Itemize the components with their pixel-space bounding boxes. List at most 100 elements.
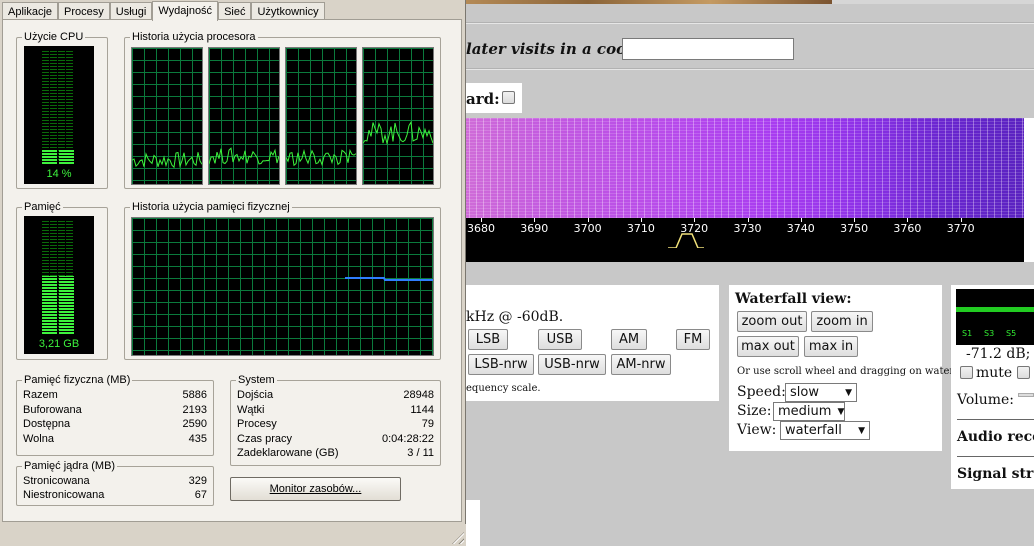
memory-gauge: 3,21 GB [24,216,94,354]
frequency-scale[interactable]: 3680 3690 3700 3710 3720 3730 3740 3750 3760 3770 [466,218,1024,262]
stat-value: 435 [188,433,207,445]
tab-processes[interactable]: Procesy [58,2,110,20]
passband-marker[interactable] [668,232,704,248]
stat-value: 28948 [403,389,434,401]
divider [957,456,1034,457]
physical-memory-group: Pamięć fizyczna (MB) Razem 5886 Buforowan… [16,374,214,456]
performance-panel: Użycie CPU 14 % Historia użycia procesor… [2,19,462,522]
board-checkbox[interactable] [502,91,515,104]
fm-button[interactable]: FM [676,329,710,350]
zoom-out-button[interactable]: zoom out [737,311,807,332]
cpu-core-graph [208,47,280,185]
stat-row: Czas pracy 0:04:28:22 [237,433,434,447]
stat-label: Wątki [237,404,265,416]
stat-value: 79 [421,418,434,430]
s-meter: S1 S3 S5 [956,289,1034,345]
divider [466,68,1034,70]
s-meter-label: S3 [984,329,995,338]
scale-label: 3710 [626,222,655,235]
scale-label: 3760 [893,222,922,235]
zoom-in-button[interactable]: zoom in [811,311,873,332]
speed-select[interactable]: slow ▼ [785,383,857,402]
memory-fill [42,276,74,334]
system-group: System Dojścia 28948 Wątki 1144 Procesy 79 … [230,374,441,466]
tab-applications[interactable]: Aplikacje [2,2,59,20]
chevron-down-icon: ▼ [858,425,865,436]
tab-services[interactable]: Usługi [109,2,153,20]
signal-strength-label: Signal stren [957,466,1034,482]
stat-row: Procesy 79 [237,418,434,432]
cpu-history-group: Historia użycia procesora [124,31,441,189]
cpu-usage-value: 14 % [46,168,72,180]
status-bar [0,524,466,546]
board-label: ard: [466,90,500,108]
tab-users[interactable]: Użytkownicy [251,2,325,20]
am-button[interactable]: AM [611,329,647,350]
option-checkbox[interactable] [1017,366,1030,379]
scale-label: 3680 [467,222,495,235]
mute-label: mute [976,365,1013,381]
memory-title: Pamięć [22,201,63,213]
max-out-button[interactable]: max out [737,336,799,357]
stat-label: Razem [23,389,58,401]
stat-label: Czas pracy [237,433,293,445]
waterfall-hint: Or use scroll wheel and dragging on wate… [737,366,974,377]
stat-row: Wątki 1144 [237,404,434,418]
stat-row: Buforowana 2193 [23,404,207,418]
usb-button[interactable]: USB [538,329,582,350]
tab-network[interactable]: Sieć [218,2,252,20]
memory-group: Pamięć 3,21 GB [16,201,108,360]
kernel-memory-title: Pamięć jądra (MB) [22,460,118,472]
stat-value: 67 [194,489,207,501]
waterfall-display[interactable] [466,118,1024,218]
lsb-button[interactable]: LSB [468,329,508,350]
usb-nrw-button[interactable]: USB-nrw [538,354,606,375]
size-label: Size: [737,403,772,419]
signal-level-text: -71.2 dB; p [966,346,1034,362]
bandwidth-text: kHz @ -60dB. [466,309,564,325]
resize-grip-icon[interactable] [452,532,464,544]
top-banner [466,0,1034,4]
stat-label: Dostępna [23,418,71,430]
stat-label: Buforowana [23,404,82,416]
memory-history-group: Historia użycia pamięci fizycznej [124,201,441,360]
resource-monitor-button[interactable]: Monitor zasobów... [230,477,401,501]
scale-label: 3730 [733,222,762,235]
scale-label: 3740 [786,222,815,235]
stat-value: 1144 [410,404,434,416]
mute-checkbox[interactable] [960,366,973,379]
stat-row: Razem 5886 [23,389,207,403]
task-manager-window: Aplikacje Procesy Usługi Wydajność Sieć … [0,0,466,546]
stat-row: Stronicowana 329 [23,475,207,489]
stat-row: Dostępna 2590 [23,418,207,432]
memory-history-line [345,277,433,281]
waterfall-view-title: Waterfall view: [735,291,852,307]
stat-label: Wolna [23,433,54,445]
scale-label: 3770 [946,222,975,235]
am-nrw-button[interactable]: AM-nrw [611,354,671,375]
chevron-down-icon: ▼ [837,406,845,417]
stat-value: 5886 [182,389,207,401]
stat-value: 329 [188,475,207,487]
tab-bar: Aplikacje Procesy Usługi Wydajność Sieć … [2,1,325,21]
bottom-box [466,500,480,546]
stat-row: Wolna 435 [23,433,207,447]
volume-slider[interactable] [1018,393,1034,397]
lsb-nrw-button[interactable]: LSB-nrw [468,354,534,375]
cpu-core-line [208,147,280,165]
stat-row: Dojścia 28948 [237,389,434,403]
cpu-usage-group: Użycie CPU 14 % [16,31,108,189]
scale-label: 3690 [520,222,549,235]
chevron-down-icon: ▼ [845,387,852,398]
tab-performance[interactable]: Wydajność [152,1,219,21]
max-in-button[interactable]: max in [804,336,858,357]
view-select[interactable]: waterfall ▼ [780,421,870,440]
stat-value: 2590 [182,418,207,430]
size-select[interactable]: medium ▼ [773,402,845,421]
cpu-usage-fill [42,149,74,164]
cpu-core-line [285,148,357,167]
cpu-core-line [131,151,203,169]
name-input[interactable] [622,38,794,60]
stat-row: Niestronicowana 67 [23,489,207,503]
cpu-usage-gauge: 14 % [24,46,94,184]
